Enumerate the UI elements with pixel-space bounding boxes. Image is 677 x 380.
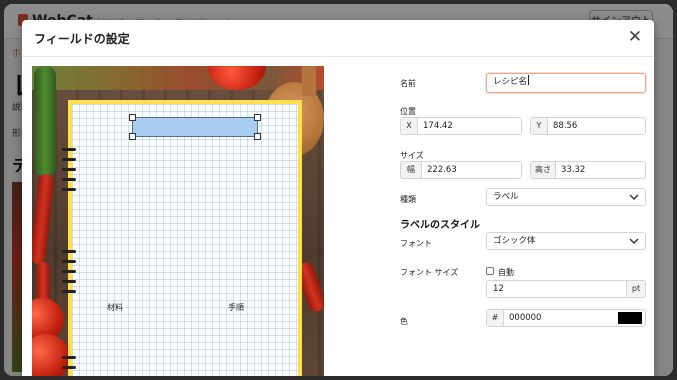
name-field[interactable]: レシピ名 bbox=[486, 73, 646, 93]
ring bbox=[62, 270, 76, 273]
resize-handle[interactable] bbox=[254, 114, 261, 121]
resize-handle[interactable] bbox=[129, 133, 136, 140]
field-settings-dialog: フィールドの設定 ✕ 材料 手順 名前 レシピ名 位置 X 174.42 Y 8… bbox=[22, 20, 654, 376]
type-select[interactable]: ラベル bbox=[486, 188, 646, 206]
width-value: 222.63 bbox=[427, 165, 457, 175]
notebook-rings bbox=[62, 66, 78, 376]
font-size-value: 12 bbox=[493, 284, 504, 294]
cucumber-image bbox=[34, 66, 56, 176]
width-addon: 幅 bbox=[401, 162, 422, 178]
ring bbox=[62, 178, 76, 181]
ingredients-label: 材料 bbox=[107, 303, 123, 312]
label-style-heading: ラベルのスタイル bbox=[400, 220, 480, 231]
position-x-value: 174.42 bbox=[423, 121, 453, 131]
auto-checkbox[interactable] bbox=[486, 267, 494, 275]
auto-label[interactable]: 自動 bbox=[498, 267, 514, 278]
screen: WebCat カタログ データ テンプレート サインアウト ホーム レ 説明 形… bbox=[4, 4, 673, 376]
font-size-field[interactable]: 12 pt bbox=[486, 280, 646, 298]
ring bbox=[62, 290, 76, 293]
width-field[interactable]: 幅 222.63 bbox=[400, 161, 522, 179]
ring bbox=[62, 280, 76, 283]
position-x-addon: X bbox=[401, 118, 418, 134]
font-select-value: ゴシック体 bbox=[493, 236, 536, 246]
ring bbox=[62, 356, 76, 359]
position-label: 位置 bbox=[400, 107, 416, 116]
ring bbox=[62, 168, 76, 171]
ring bbox=[62, 148, 76, 151]
font-label: フォント bbox=[400, 239, 432, 248]
name-field-value: レシピ名 bbox=[493, 77, 528, 87]
ring bbox=[62, 366, 76, 369]
color-field[interactable]: # 000000 bbox=[486, 309, 646, 327]
height-addon: 高さ bbox=[531, 162, 556, 178]
height-field[interactable]: 高さ 33.32 bbox=[530, 161, 646, 179]
size-label: サイズ bbox=[400, 151, 424, 160]
font-size-unit: pt bbox=[626, 281, 645, 297]
ring bbox=[62, 158, 76, 161]
position-y-field[interactable]: Y 88.56 bbox=[530, 117, 646, 135]
text-caret bbox=[528, 75, 530, 85]
name-label: 名前 bbox=[400, 79, 416, 88]
chevron-down-icon bbox=[629, 194, 639, 200]
close-icon[interactable]: ✕ bbox=[624, 26, 646, 48]
ring bbox=[62, 260, 76, 263]
ring bbox=[62, 250, 76, 253]
steps-label: 手順 bbox=[228, 303, 244, 312]
color-label: 色 bbox=[400, 317, 408, 326]
type-select-value: ラベル bbox=[493, 192, 519, 202]
dialog-header: フィールドの設定 ✕ bbox=[22, 20, 654, 57]
resize-handle[interactable] bbox=[254, 133, 261, 140]
selected-field-box[interactable] bbox=[129, 114, 261, 140]
chevron-down-icon bbox=[629, 238, 639, 244]
ring bbox=[62, 188, 76, 191]
type-label: 種類 bbox=[400, 195, 416, 204]
height-value: 33.32 bbox=[561, 165, 586, 175]
position-x-field[interactable]: X 174.42 bbox=[400, 117, 522, 135]
color-hash-addon: # bbox=[487, 310, 504, 326]
template-preview: 材料 手順 bbox=[32, 66, 324, 376]
color-swatch[interactable] bbox=[618, 312, 642, 324]
color-hex-value: 000000 bbox=[509, 313, 542, 323]
position-y-value: 88.56 bbox=[553, 121, 578, 131]
notebook-paper bbox=[72, 104, 298, 376]
font-size-label: フォント サイズ bbox=[400, 268, 459, 277]
position-y-addon: Y bbox=[531, 118, 548, 134]
font-select[interactable]: ゴシック体 bbox=[486, 232, 646, 250]
dialog-title: フィールドの設定 bbox=[34, 32, 130, 46]
resize-handle[interactable] bbox=[129, 114, 136, 121]
spoon-handle bbox=[302, 66, 316, 96]
